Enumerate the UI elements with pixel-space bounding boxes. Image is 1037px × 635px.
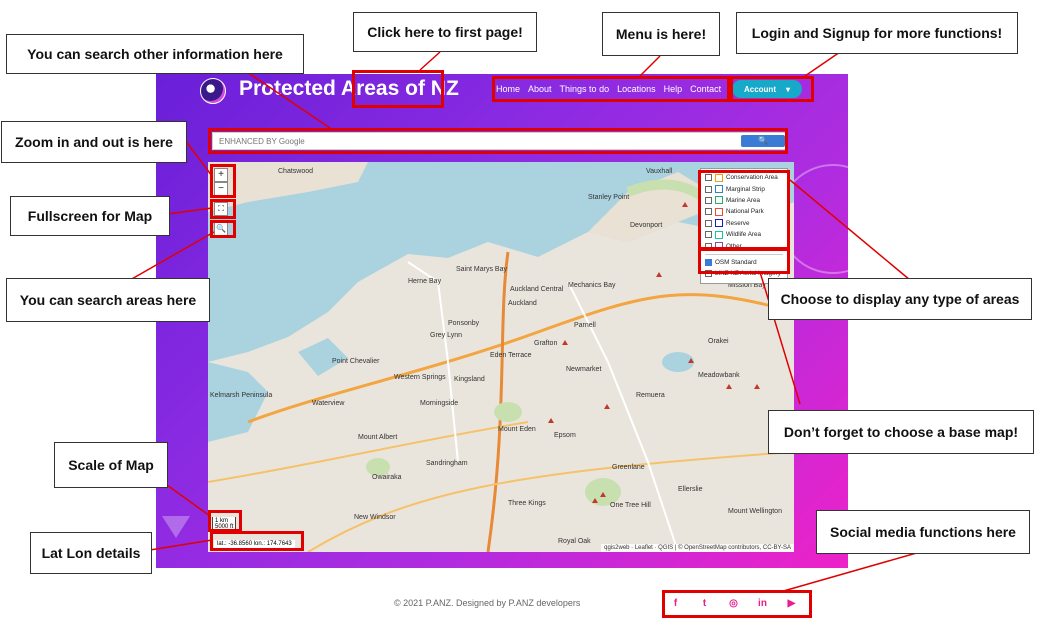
- callout-search-info: You can search other information here: [6, 34, 304, 74]
- map-place-label: Kingsland: [454, 376, 485, 383]
- area-marker-icon[interactable]: [754, 384, 760, 389]
- highlight-zoom: [210, 164, 236, 198]
- map-place-label: New Windsor: [354, 514, 396, 521]
- map-place-label: Kelmarsh Peninsula: [210, 392, 273, 399]
- highlight-search-areas: [210, 220, 236, 238]
- map-place-label: Chatswood: [278, 168, 314, 175]
- map-place-label: Eden Terrace: [490, 352, 532, 359]
- map-place-label: One Tree Hill: [610, 502, 651, 509]
- map-place-label: Vauxhall: [646, 168, 673, 175]
- callout-zoom: Zoom in and out is here: [1, 121, 187, 163]
- map-place-label: Remuera: [636, 392, 665, 399]
- area-marker-icon[interactable]: [682, 202, 688, 207]
- map-place-label: Royal Oak: [558, 538, 591, 545]
- callout-social: Social media functions here: [816, 510, 1030, 554]
- map-place-label: Mechanics Bay: [568, 282, 616, 289]
- map-place-label: Waterview: [312, 400, 345, 407]
- map-place-label: Owairaka: [372, 474, 402, 481]
- callout-login: Login and Signup for more functions!: [736, 12, 1018, 54]
- map-place-label: Stanley Point: [588, 194, 630, 201]
- map-place-label: Devonport: [630, 222, 663, 229]
- map-place-label: Meadowbank: [698, 372, 740, 379]
- map-place-label: Point Chevalier: [332, 358, 380, 365]
- map-place-label: Grafton: [534, 340, 558, 347]
- map-place-label: Saint Marys Bay: [456, 266, 507, 273]
- highlight-base-map: [698, 248, 790, 274]
- highlight-scale: [208, 510, 242, 532]
- map-place-label: Mount Wellington: [728, 508, 782, 515]
- callout-choose-areas: Choose to display any type of areas: [768, 278, 1032, 320]
- callout-base-map: Don’t forget to choose a base map!: [768, 410, 1034, 454]
- highlight-social: [662, 590, 812, 618]
- callout-menu: Menu is here!: [602, 12, 720, 56]
- highlight-area-types: [698, 170, 790, 250]
- map-place-label: Auckland Central: [510, 286, 564, 293]
- screenshot-stage: Protected Areas of NZ Home About Things …: [0, 0, 1037, 635]
- area-marker-icon[interactable]: [548, 418, 554, 423]
- callout-fullscreen: Fullscreen for Map: [10, 196, 170, 236]
- highlight-latlon: [210, 531, 304, 551]
- map-place-label: Orakei: [708, 338, 729, 345]
- map-place-label: Auckland: [508, 300, 537, 307]
- map-place-label: Newmarket: [566, 366, 602, 373]
- highlight-search: [208, 128, 788, 154]
- map-place-label: Herne Bay: [408, 278, 442, 285]
- callout-latlon: Lat Lon details: [30, 532, 152, 574]
- callout-search-areas: You can search areas here: [6, 278, 210, 322]
- highlight-title: [352, 70, 444, 108]
- map-place-label: Ponsonby: [448, 320, 480, 327]
- area-marker-icon[interactable]: [592, 498, 598, 503]
- area-marker-icon[interactable]: [600, 492, 606, 497]
- area-marker-icon[interactable]: [562, 340, 568, 345]
- area-marker-icon[interactable]: [656, 272, 662, 277]
- map-place-label: Mount Albert: [358, 434, 398, 441]
- map-place-label: Sandringham: [426, 460, 468, 467]
- map-place-label: Morningside: [420, 400, 459, 407]
- highlight-fullscreen: [210, 199, 236, 219]
- highlight-account: [730, 76, 814, 102]
- footer-copyright: © 2021 P.ANZ. Designed by P.ANZ develope…: [394, 598, 581, 608]
- map-place-label: Greenlane: [612, 464, 645, 471]
- callout-scale: Scale of Map: [54, 442, 168, 488]
- map-place-label: Mount Eden: [498, 426, 536, 433]
- area-marker-icon[interactable]: [726, 384, 732, 389]
- map-place-label: Epsom: [554, 432, 576, 439]
- map-place-label: Parnell: [574, 322, 596, 329]
- map-place-label: Grey Lynn: [430, 332, 463, 339]
- area-marker-icon[interactable]: [604, 404, 610, 409]
- map-place-label: Ellerslie: [678, 486, 703, 493]
- map-attribution: qgis2web · Leaflet · QGIS | © OpenStreet…: [601, 544, 794, 552]
- site-logo[interactable]: [200, 78, 226, 104]
- map-place-label: Three Kings: [508, 500, 546, 507]
- map-place-label: Western Springs: [394, 374, 446, 381]
- callout-first-page: Click here to first page!: [353, 12, 537, 52]
- decorative-triangle: [162, 516, 190, 538]
- area-marker-icon[interactable]: [688, 358, 694, 363]
- highlight-menu: [492, 76, 730, 102]
